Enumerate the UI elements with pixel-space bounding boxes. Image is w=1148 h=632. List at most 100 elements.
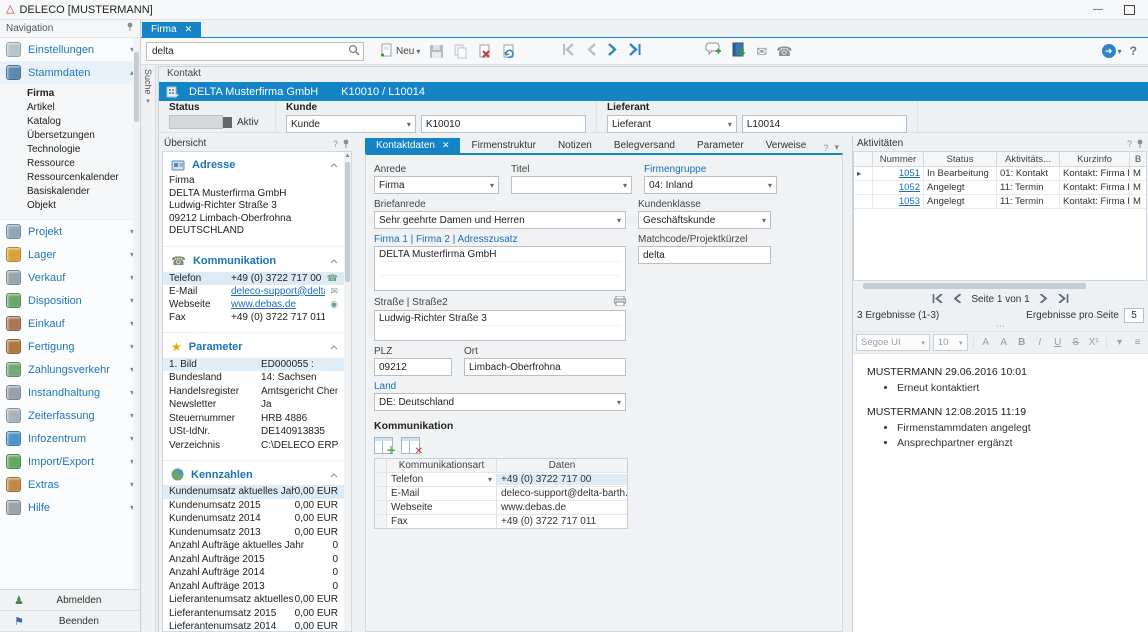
table-row[interactable]: Fax +49 (0) 3722 717 011 [375, 515, 627, 528]
abmelden-button[interactable]: ♟ Abmelden [0, 590, 140, 611]
row-action-icon[interactable]: ◉ [325, 299, 338, 310]
tab-firma[interactable]: Firma ✕ [142, 22, 201, 37]
per-page-field[interactable]: 5 [1124, 308, 1144, 323]
table-row[interactable]: Webseite www.debas.de [375, 501, 627, 515]
activity-number-link[interactable]: 1052 [899, 182, 920, 193]
panel-help-icon[interactable]: ? [823, 143, 828, 153]
grid-header[interactable]: Nummer Status Aktivitäts... Kurzinfo B [854, 152, 1146, 167]
kundenklasse-combo[interactable]: Geschäftskunde▾ [638, 211, 771, 229]
maximize-button[interactable] [1116, 2, 1142, 17]
help-button[interactable]: ? [1130, 44, 1137, 58]
pin-icon[interactable] [126, 22, 134, 35]
land-combo[interactable]: DE: Deutschland▾ [374, 393, 626, 411]
sidebar-item[interactable]: Fertigung ▾ [0, 335, 140, 358]
font-size-combo[interactable]: 10▾ [933, 334, 968, 351]
adresse-section-header[interactable]: Adresse [163, 152, 344, 175]
editor-button[interactable]: X¹ [1086, 335, 1101, 350]
email-button[interactable]: ✉ [756, 45, 767, 58]
kennzahlen-row[interactable]: Lieferantenumsatz aktuelles Jahr 0,00 EU… [163, 593, 344, 607]
tab-belegversand[interactable]: Belegversand [603, 138, 686, 153]
grid-row[interactable]: 1053 Angelegt 11: Termin Kontakt: Firma … [854, 195, 1146, 209]
activity-number-link[interactable]: 1051 [899, 168, 920, 179]
ort-field[interactable]: Limbach-Oberfrohna [464, 358, 626, 376]
lieferant-type-combo[interactable]: Lieferant▾ [607, 115, 737, 133]
parameter-row[interactable]: 1. Bild ED000055 : [163, 358, 344, 372]
previous-page-button[interactable] [953, 294, 962, 306]
save-button[interactable] [426, 41, 447, 61]
tab-verweise[interactable]: Verweise [755, 138, 818, 153]
refresh-document-button[interactable] [498, 41, 519, 61]
previous-record-button[interactable] [586, 43, 597, 59]
pin-icon[interactable] [342, 139, 350, 149]
parameter-row[interactable]: Verzeichnis C:\DELECO ERP [163, 439, 344, 453]
new-dropdown-caret[interactable]: ▾ [416, 47, 420, 56]
sidebar-subitem[interactable]: Katalog [0, 115, 140, 129]
sidebar-item[interactable]: Zeiterfassung ▾ [0, 404, 140, 427]
sidebar-item-stammdaten[interactable]: Stammdaten ▴ [0, 61, 140, 84]
sidebar-item[interactable]: Extras ▾ [0, 473, 140, 496]
sidebar-subitem[interactable]: Firma [0, 87, 140, 101]
phone-button[interactable]: ☎ [776, 45, 792, 58]
sidebar-subitem[interactable]: Basiskalender [0, 185, 140, 199]
last-record-button[interactable] [628, 43, 642, 59]
row-action-icon[interactable]: ✉ [325, 286, 338, 297]
panel-help-icon[interactable]: ? [1127, 139, 1132, 149]
pin-icon[interactable] [1136, 139, 1144, 149]
uebersicht-scrollbar[interactable]: ▲ [344, 152, 351, 631]
kennzahlen-row[interactable]: Lieferantenumsatz 2015 0,00 EUR [163, 607, 344, 621]
titel-combo[interactable]: ▾ [511, 176, 632, 194]
first-record-button[interactable] [562, 43, 576, 59]
new-button[interactable]: Neu ▾ [375, 41, 423, 61]
delete-row-button[interactable]: ✕ [401, 437, 420, 454]
kunde-type-combo[interactable]: Kunde▾ [286, 115, 416, 133]
collapse-icon[interactable] [330, 341, 338, 353]
sidebar-item[interactable]: Projekt ▾ [0, 220, 140, 243]
firma-name-box[interactable]: DELTA Musterfirma GmbH [374, 246, 626, 291]
list-icon[interactable]: ≡ [1130, 335, 1145, 350]
beenden-button[interactable]: ⚑ Beenden [0, 611, 140, 632]
nav-scrollbar[interactable] [133, 38, 140, 589]
address-book-button[interactable] [731, 42, 747, 61]
parameter-row[interactable]: Steuernummer HRB 4886 [163, 412, 344, 426]
sidebar-subitem[interactable]: Objekt [0, 199, 140, 213]
collapse-icon[interactable] [330, 469, 338, 481]
grid-hscrollbar[interactable] [855, 282, 1146, 290]
parameter-section-header[interactable]: ★ Parameter [163, 333, 344, 358]
search-icon[interactable] [348, 44, 360, 59]
suche-collapsed-panel[interactable]: Suche ▾ [141, 65, 156, 632]
kennzahlen-row[interactable]: Kundenumsatz 2015 0,00 EUR [163, 499, 344, 513]
printer-icon[interactable] [614, 296, 626, 309]
sidebar-item[interactable]: Import/Export ▾ [0, 450, 140, 473]
add-activity-button[interactable] [705, 42, 722, 60]
sidebar-item[interactable]: Disposition ▾ [0, 289, 140, 312]
close-tab-icon[interactable]: ✕ [185, 24, 193, 35]
adresszusatz-line[interactable] [379, 276, 621, 289]
editor-button[interactable]: B [1014, 335, 1029, 350]
collapse-icon[interactable] [330, 159, 338, 171]
firmengruppe-combo[interactable]: 04: Inland▾ [644, 176, 777, 194]
tab-kontaktdaten[interactable]: Kontaktdaten✕ [365, 138, 460, 153]
strasse-line[interactable]: Ludwig-Richter Straße 3 [379, 312, 621, 326]
firmengruppe-label[interactable]: Firmengruppe [644, 164, 777, 175]
parameter-row[interactable]: USt-IdNr. DE140913835 [163, 425, 344, 439]
settings-button[interactable]: ➜ ▾ [1102, 44, 1122, 58]
editor-button[interactable]: A [978, 335, 993, 350]
kunde-number-field[interactable]: K10010 [421, 115, 586, 133]
tab-notizen[interactable]: Notizen [547, 138, 603, 153]
font-family-combo[interactable]: Segoe UI▾ [856, 334, 930, 351]
kennzahlen-row[interactable]: Kundenumsatz 2013 0,00 EUR [163, 526, 344, 540]
kommunikation-row[interactable]: Telefon +49 (0) 3722 717 00 ☎ [163, 272, 344, 285]
kennzahlen-row[interactable]: Anzahl Aufträge aktuelles Jahr 0 [163, 539, 344, 553]
collapse-icon[interactable] [330, 255, 338, 267]
matchcode-field[interactable]: delta [638, 246, 771, 264]
next-record-button[interactable] [607, 43, 618, 59]
sidebar-item[interactable]: Instandhaltung ▾ [0, 381, 140, 404]
kennzahlen-row[interactable]: Anzahl Aufträge 2015 0 [163, 553, 344, 567]
table-row[interactable]: E-Mail deleco-support@delta-barth.de [375, 487, 627, 501]
sidebar-item[interactable]: Infozentrum ▾ [0, 427, 140, 450]
plz-field[interactable]: 09212 [374, 358, 452, 376]
kennzahlen-row[interactable]: Lieferantenumsatz 2014 0,00 EUR [163, 620, 344, 632]
minimize-button[interactable]: — [1085, 2, 1111, 17]
editor-button[interactable]: A [996, 335, 1011, 350]
first-page-button[interactable] [932, 294, 944, 306]
